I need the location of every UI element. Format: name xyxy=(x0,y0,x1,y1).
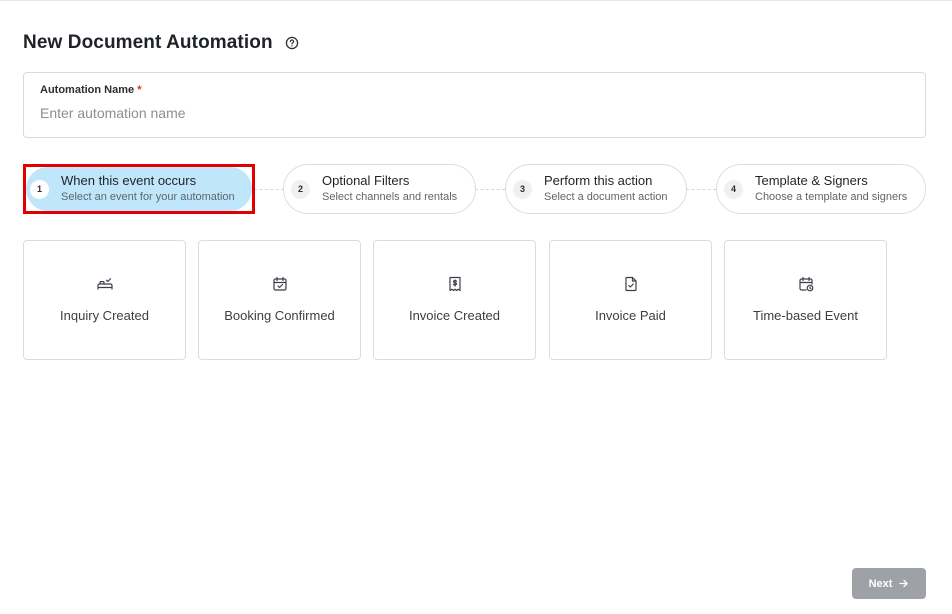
step-number: 3 xyxy=(513,179,532,199)
step-connector xyxy=(475,189,505,190)
step-number: 4 xyxy=(724,179,743,199)
automation-name-label: Automation Name * xyxy=(40,84,142,96)
page-title: New Document Automation xyxy=(23,32,273,53)
calendar-clock-icon xyxy=(797,275,815,293)
event-card-label: Inquiry Created xyxy=(60,308,149,323)
step-perform-action[interactable]: 3 Perform this action Select a document … xyxy=(505,164,687,214)
document-check-icon xyxy=(622,275,640,293)
bed-check-icon xyxy=(96,275,114,293)
event-card-label: Invoice Created xyxy=(408,308,501,323)
step-title: Perform this action xyxy=(544,173,653,188)
next-button-label: Next xyxy=(868,577,893,590)
event-card-invoice-created[interactable]: Invoice Created xyxy=(373,240,536,360)
step-subtitle: Choose a template and signers xyxy=(755,191,908,203)
step-subtitle: Select channels and rentals xyxy=(322,191,458,203)
step-highlight: 1 When this event occurs Select an event… xyxy=(26,167,252,211)
step-title: Optional Filters xyxy=(322,173,410,188)
page-header: New Document Automation xyxy=(23,32,299,54)
step-connector xyxy=(686,189,716,190)
calendar-check-icon xyxy=(271,275,289,293)
step-number: 2 xyxy=(291,179,310,199)
step-number: 1 xyxy=(30,179,49,199)
automation-name-field-group: Automation Name * xyxy=(23,72,926,138)
step-subtitle: Select an event for your automation xyxy=(61,191,235,203)
step-title: When this event occurs xyxy=(61,173,197,188)
top-divider xyxy=(0,0,952,1)
event-card-booking-confirmed[interactable]: Booking Confirmed xyxy=(198,240,361,360)
step-optional-filters[interactable]: 2 Optional Filters Select channels and r… xyxy=(283,164,476,214)
step-when-event-occurs[interactable]: 1 When this event occurs Select an event… xyxy=(23,164,255,214)
step-connector xyxy=(254,189,284,190)
event-card-time-based-event[interactable]: Time-based Event xyxy=(724,240,887,360)
arrow-right-icon xyxy=(898,578,909,589)
event-card-label: Booking Confirmed xyxy=(224,308,335,323)
event-card-inquiry-created[interactable]: Inquiry Created xyxy=(23,240,186,360)
automation-name-input[interactable] xyxy=(40,105,900,121)
help-circle-icon[interactable] xyxy=(285,36,299,50)
next-button[interactable]: Next xyxy=(852,568,926,599)
stepper: 1 When this event occurs Select an event… xyxy=(23,164,926,214)
event-card-label: Time-based Event xyxy=(752,308,858,323)
event-card-invoice-paid[interactable]: Invoice Paid xyxy=(549,240,712,360)
step-title: Template & Signers xyxy=(755,173,868,188)
step-template-signers[interactable]: 4 Template & Signers Choose a template a… xyxy=(716,164,926,214)
required-marker: * xyxy=(137,84,142,96)
step-subtitle: Select a document action xyxy=(544,191,668,203)
receipt-dollar-icon xyxy=(446,275,464,293)
event-card-label: Invoice Paid xyxy=(595,308,666,323)
